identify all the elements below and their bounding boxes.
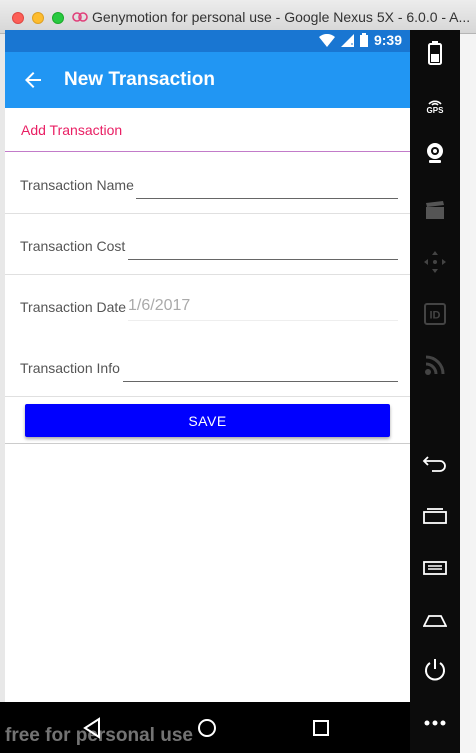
save-button[interactable]: SAVE [25, 404, 390, 437]
close-window-button[interactable] [12, 12, 24, 24]
more-options-button[interactable] [420, 708, 450, 738]
arrow-left-icon[interactable] [21, 68, 45, 92]
battery-status-icon [359, 33, 368, 47]
tab-add-transaction[interactable]: Add Transaction [5, 108, 410, 152]
id-icon: ID [424, 303, 446, 325]
transaction-date-picker[interactable]: 1/6/2017 [128, 295, 398, 321]
form-content: Add Transaction Transaction Name Transac… [5, 108, 410, 702]
wifi-icon [318, 33, 335, 47]
recent-apps-key-button[interactable] [420, 500, 450, 530]
transaction-cost-row: Transaction Cost [5, 214, 410, 275]
window-titlebar: Genymotion for personal use - Google Nex… [0, 0, 476, 34]
home-icon [423, 615, 447, 627]
transaction-name-label: Transaction Name [20, 177, 134, 193]
home-key-button[interactable] [420, 605, 450, 635]
menu-key-button[interactable] [420, 552, 450, 582]
dpad-button[interactable] [420, 247, 450, 277]
transaction-cost-input[interactable] [128, 232, 398, 260]
gps-button[interactable]: GPS [420, 90, 450, 120]
circle-home-icon[interactable] [194, 715, 220, 741]
android-status-bar: 9:39 [5, 30, 410, 52]
id-label: ID [430, 310, 441, 322]
gps-icon [428, 99, 442, 106]
window-title: Genymotion for personal use - Google Nex… [92, 9, 471, 25]
transaction-info-input[interactable] [123, 354, 398, 382]
webcam-button[interactable] [420, 138, 450, 168]
app-bar: New Transaction [5, 52, 410, 108]
save-row: SAVE [5, 398, 410, 444]
power-icon [425, 659, 445, 681]
back-key-button[interactable] [420, 448, 450, 478]
battery-icon [428, 41, 442, 65]
transaction-date-label: Transaction Date [20, 299, 127, 315]
return-icon [422, 456, 446, 472]
square-recents-icon[interactable] [308, 715, 334, 741]
watermark-text: free for personal use [5, 725, 193, 746]
clapperboard-icon [426, 201, 444, 219]
cell-signal-icon [340, 33, 354, 47]
status-icons: 9:39 [318, 32, 402, 48]
screencast-button[interactable] [420, 195, 450, 225]
dpad-icon [424, 251, 446, 273]
webcam-icon [427, 143, 443, 163]
network-button[interactable] [420, 350, 450, 380]
menu-icon [423, 561, 447, 575]
page-title: New Transaction [64, 69, 215, 90]
power-button[interactable] [420, 655, 450, 685]
transaction-date-row: Transaction Date 1/6/2017 [5, 275, 410, 336]
status-time: 9:39 [373, 32, 402, 48]
transaction-info-label: Transaction Info [20, 360, 120, 376]
transaction-info-row: Transaction Info [5, 336, 410, 397]
transaction-name-input[interactable] [136, 171, 398, 199]
more-dots-icon [424, 720, 446, 726]
transaction-cost-label: Transaction Cost [20, 238, 126, 254]
device-id-button[interactable]: ID [420, 299, 450, 329]
transaction-name-row: Transaction Name [5, 153, 410, 214]
minimize-window-button[interactable] [32, 12, 44, 24]
genymotion-logo-icon [72, 12, 88, 22]
battery-button[interactable] [420, 38, 450, 68]
emulator-window: Genymotion for personal use - Google Nex… [0, 0, 476, 753]
recents-icon [423, 508, 447, 524]
gps-label: GPS [426, 105, 444, 115]
signal-icon [425, 355, 445, 375]
genymotion-toolbar: GPS ID [410, 30, 460, 753]
tab-label: Add Transaction [21, 122, 123, 138]
zoom-window-button[interactable] [52, 12, 64, 24]
